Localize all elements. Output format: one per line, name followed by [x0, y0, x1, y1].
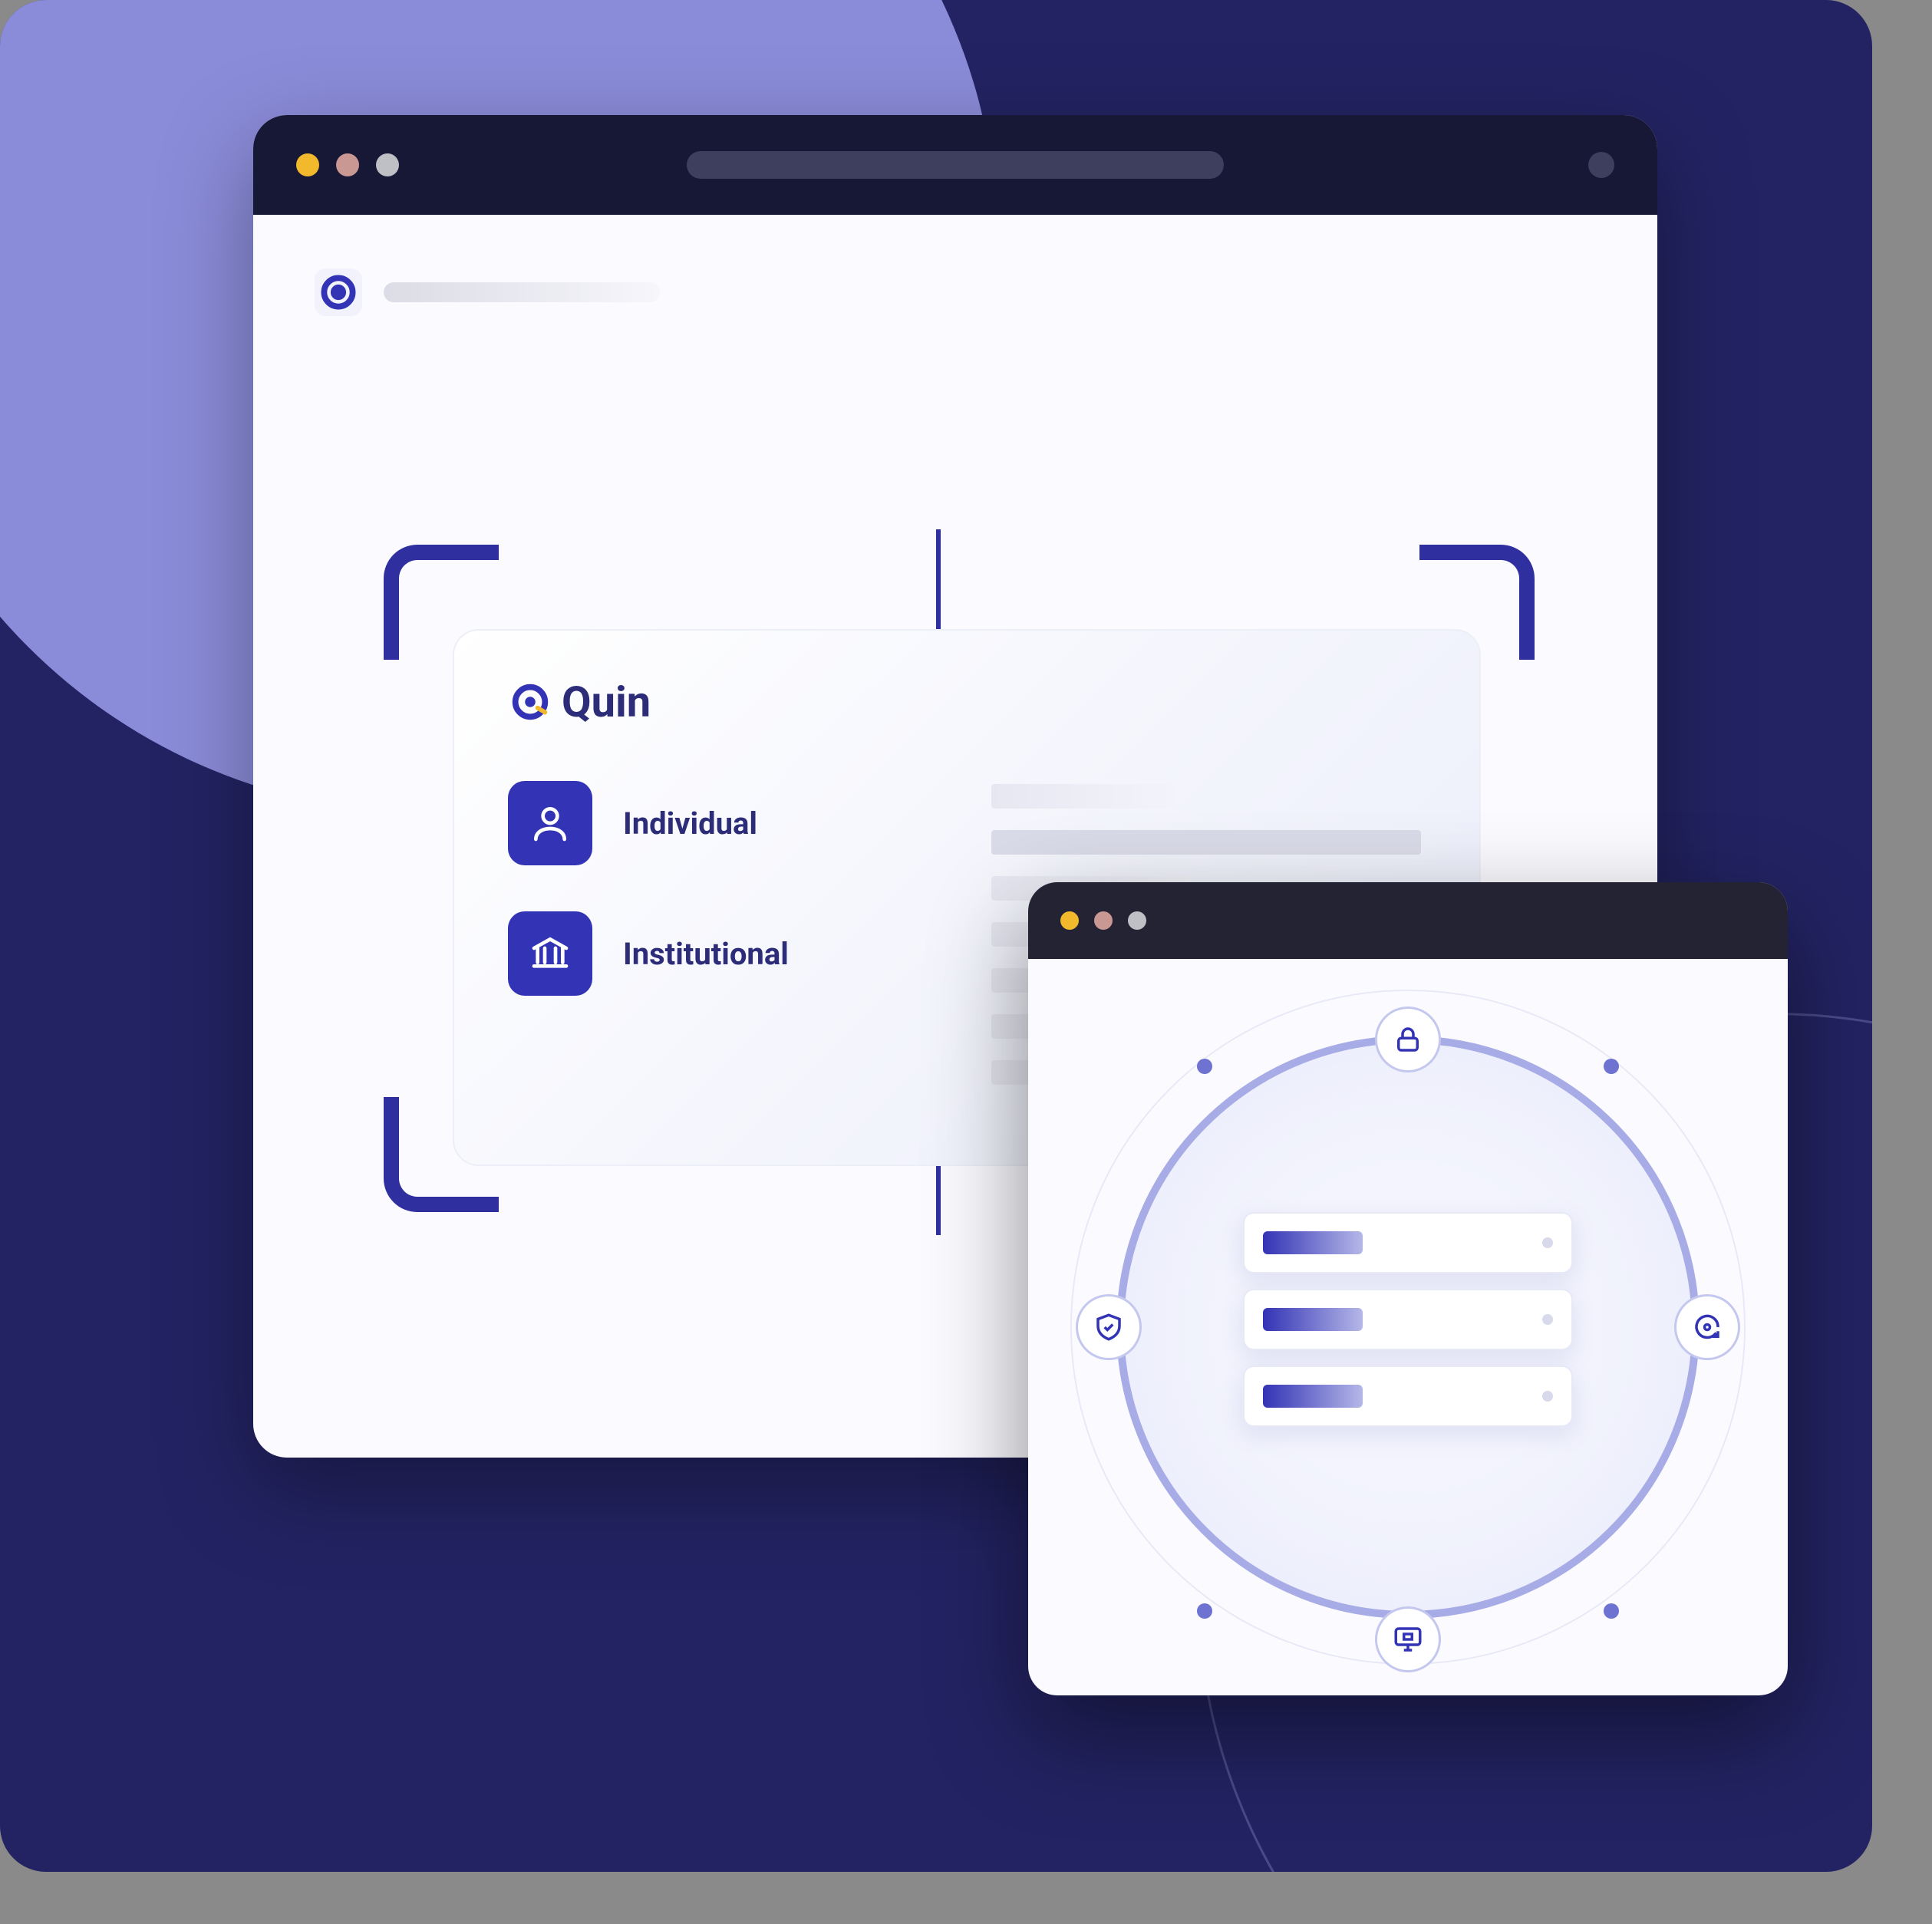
traffic-max-icon[interactable] [1128, 911, 1146, 930]
breadcrumb-placeholder [384, 282, 660, 302]
ring-bead [1604, 1059, 1619, 1074]
option-institutional-label: Institutional [623, 936, 789, 972]
titlebar-menu-icon[interactable] [1588, 152, 1614, 178]
traffic-lights[interactable] [296, 153, 399, 176]
ring-bead [1197, 1059, 1212, 1074]
breadcrumb [315, 269, 660, 316]
traffic-min-icon[interactable] [1094, 911, 1113, 930]
security-window [1028, 882, 1788, 1695]
brand-mark-icon [315, 269, 362, 316]
titlebar [253, 115, 1657, 215]
shield-check-icon [1076, 1294, 1142, 1360]
server-row [1243, 1212, 1573, 1273]
ring-bead [1604, 1603, 1619, 1619]
server-row [1243, 1366, 1573, 1427]
lock-icon [1375, 1006, 1441, 1072]
traffic-close-icon[interactable] [1060, 911, 1079, 930]
brand-name: Quin [562, 677, 651, 727]
brand-logo: Quin [508, 677, 1426, 727]
security-diagram [1028, 959, 1788, 1695]
refresh-gear-icon [1674, 1294, 1740, 1360]
server-row [1243, 1289, 1573, 1350]
traffic-min-icon[interactable] [336, 153, 359, 176]
bank-icon [508, 911, 592, 996]
url-bar[interactable] [687, 151, 1224, 179]
option-individual-label: Individual [623, 806, 757, 842]
ring-bead [1197, 1603, 1212, 1619]
security-titlebar [1028, 882, 1788, 959]
traffic-max-icon[interactable] [376, 153, 399, 176]
monitor-icon [1375, 1606, 1441, 1672]
traffic-close-icon[interactable] [296, 153, 319, 176]
stage-background: Quin Individual Institutional [0, 0, 1872, 1872]
user-icon [508, 781, 592, 865]
server-stack [1243, 1212, 1573, 1442]
